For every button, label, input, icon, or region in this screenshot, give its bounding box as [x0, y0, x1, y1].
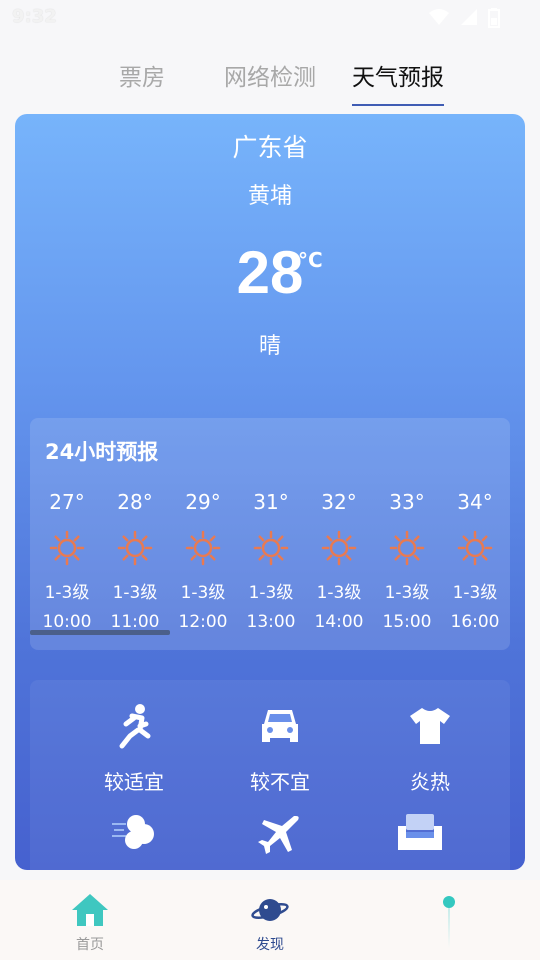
- sun-icon: [457, 530, 493, 566]
- status-icons: [428, 8, 500, 28]
- home-icon: [72, 894, 108, 926]
- car-icon: [262, 710, 298, 742]
- planet-icon: [251, 899, 289, 921]
- hour-wind-level: 1-3级: [248, 583, 294, 603]
- wind-cloud-icon: [112, 815, 154, 849]
- current-temperature: 28 °C: [15, 238, 525, 307]
- tshirt-icon: [410, 708, 450, 744]
- hour-time: 15:00: [382, 612, 432, 632]
- temperature-unit: °C: [298, 248, 323, 272]
- hour-item: 32° 1-3级 14:00: [305, 490, 373, 632]
- hour-item: 29° 1-3级 12:00: [169, 490, 237, 632]
- hour-item: 31° 1-3级 13:00: [237, 490, 305, 632]
- hour-item: 34° 1-3级 16:00: [441, 490, 509, 632]
- hour-wind-level: 1-3级: [180, 583, 226, 603]
- nav-home-label: 首页: [76, 937, 104, 953]
- forecast-title: 24小时预报: [45, 440, 159, 464]
- hourly-forecast-list[interactable]: 27° 1-3级 10:00 28° 1-3级 11:00 29° 1-3级 12:00 31° 1…: [30, 490, 510, 640]
- bottom-navigation: 首页 发现: [0, 880, 540, 960]
- life-item-car-wash[interactable]: 较不宜: [220, 702, 340, 795]
- hour-item: 27° 1-3级 10:00: [33, 490, 101, 632]
- hour-temperature: 33°: [389, 490, 425, 514]
- hour-time: 12:00: [178, 612, 228, 632]
- life-item-dressing[interactable]: 炎热: [370, 702, 490, 795]
- nav-home[interactable]: 首页: [50, 892, 130, 954]
- hour-time: 10:00: [42, 612, 92, 632]
- tab-weather[interactable]: 天气预报: [352, 58, 444, 92]
- airplane-icon: [258, 816, 299, 854]
- hourly-forecast-panel[interactable]: 24小时预报 27° 1-3级 10:00 28° 1-3级 11:00 29° 1-3级 12…: [30, 418, 510, 650]
- sun-icon: [49, 530, 85, 566]
- hour-wind-level: 1-3级: [44, 583, 90, 603]
- hour-wind-level: 1-3级: [112, 583, 158, 603]
- hour-item: 28° 1-3级 11:00: [101, 490, 169, 632]
- tab-network-check[interactable]: 网络检测: [224, 58, 316, 92]
- nav-discover-label: 发现: [256, 937, 284, 953]
- hour-temperature: 34°: [457, 490, 493, 514]
- sun-icon: [321, 530, 357, 566]
- hour-time: 16:00: [450, 612, 500, 632]
- hour-wind-level: 1-3级: [316, 583, 362, 603]
- sun-icon: [117, 530, 153, 566]
- life-item-comfort[interactable]: [360, 810, 480, 858]
- battery-icon: [488, 8, 500, 28]
- status-time: 9:32: [12, 6, 57, 27]
- hour-temperature: 29°: [185, 490, 221, 514]
- hour-wind-level: 1-3级: [384, 583, 430, 603]
- life-label-dressing: 炎热: [410, 770, 450, 794]
- temperature-value: 28: [236, 239, 304, 306]
- hour-time: 11:00: [110, 612, 160, 632]
- nav-discover[interactable]: 发现: [230, 892, 310, 954]
- hour-wind-level: 1-3级: [452, 583, 498, 603]
- running-icon: [119, 704, 151, 749]
- status-bar: 9:32: [0, 0, 540, 36]
- hour-time: 13:00: [246, 612, 296, 632]
- life-index-panel: 较适宜 较不宜 炎热: [30, 680, 510, 870]
- weather-condition: 晴: [258, 334, 281, 359]
- sun-icon: [185, 530, 221, 566]
- district-label: 黄埔: [247, 184, 292, 209]
- sun-icon: [253, 530, 289, 566]
- nav-indicator-stem: [448, 908, 450, 948]
- hour-temperature: 27°: [49, 490, 85, 514]
- forecast-scrollbar[interactable]: [30, 630, 170, 635]
- hour-temperature: 28°: [117, 490, 153, 514]
- tab-box-office[interactable]: 票房: [119, 58, 165, 92]
- life-item-travel[interactable]: [220, 810, 340, 858]
- sofa-icon: [398, 814, 442, 850]
- life-label-car-wash: 较不宜: [250, 770, 310, 794]
- sun-icon: [389, 530, 425, 566]
- province-label: 广东省: [232, 133, 308, 162]
- nav-indicator-dot[interactable]: [443, 896, 455, 908]
- life-item-wind[interactable]: [74, 810, 194, 858]
- hour-temperature: 32°: [321, 490, 357, 514]
- hour-temperature: 31°: [253, 490, 289, 514]
- hour-time: 14:00: [314, 612, 364, 632]
- top-tabs: 票房 网络检测 天气预报: [0, 52, 540, 108]
- life-item-exercise[interactable]: 较适宜: [74, 702, 194, 795]
- life-label-exercise: 较适宜: [104, 770, 164, 794]
- hour-item: 33° 1-3级 15:00: [373, 490, 441, 632]
- wifi-icon: [429, 9, 449, 25]
- tab-underline: [352, 104, 444, 106]
- weather-card: 广东省 黄埔 28 °C 晴 24小时预报 27° 1-3级 10:00 28° 1-3…: [15, 114, 525, 870]
- signal-icon: [461, 9, 477, 25]
